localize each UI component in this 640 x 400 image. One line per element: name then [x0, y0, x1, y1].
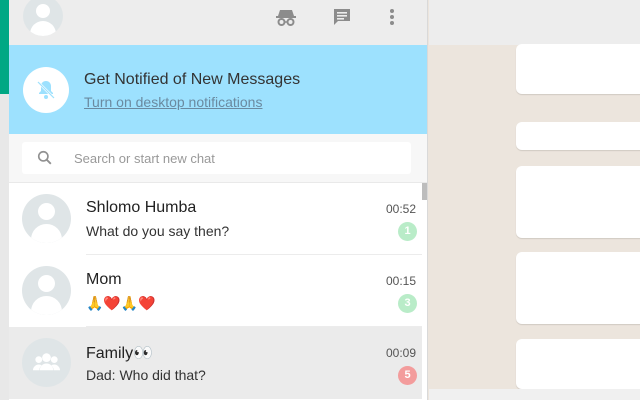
accent-band	[0, 0, 9, 94]
chat-item[interactable]: Mom 00:15 🙏❤️🙏❤️ 3	[9, 255, 422, 327]
search-bar	[9, 134, 427, 183]
profile-avatar[interactable]	[23, 0, 63, 36]
message-bubble	[516, 44, 640, 94]
new-chat-icon[interactable]	[330, 5, 354, 29]
scrollbar-thumb[interactable]	[422, 183, 427, 200]
chat-item[interactable]: Shlomo Humba 00:52 What do you say then?…	[9, 183, 422, 255]
chat-name: Shlomo Humba	[86, 199, 197, 216]
search-box	[22, 142, 411, 174]
contact-avatar	[22, 266, 71, 315]
notification-banner: Get Notified of New Messages Turn on des…	[9, 45, 427, 134]
search-input[interactable]	[74, 142, 404, 174]
message-bubble	[516, 339, 640, 389]
message-bubble	[516, 252, 640, 324]
message-bubble	[516, 166, 640, 238]
chat-last-message: Dad: Who did that?	[86, 367, 206, 383]
unread-badge: 1	[398, 222, 417, 241]
incognito-icon[interactable]	[274, 5, 298, 29]
background-strip	[0, 0, 9, 400]
chat-time: 00:15	[385, 274, 416, 288]
chat-time: 00:52	[385, 202, 416, 216]
sidebar-header	[9, 0, 427, 45]
compose-bar	[429, 389, 640, 400]
group-icon	[32, 353, 61, 371]
sidebar: Get Notified of New Messages Turn on des…	[9, 0, 428, 400]
conversation-pane	[429, 0, 640, 400]
unread-badge: 3	[398, 294, 417, 313]
chat-last-message: 🙏❤️🙏❤️	[86, 295, 156, 311]
chat-name: Family👀	[86, 345, 154, 362]
contact-avatar	[22, 194, 71, 243]
chat-list: Shlomo Humba 00:52 What do you say then?…	[9, 183, 427, 400]
chat-last-message: What do you say then?	[86, 223, 230, 239]
unread-badge: 5	[398, 366, 417, 385]
menu-icon[interactable]	[380, 5, 404, 29]
search-icon	[37, 150, 52, 165]
conversation-header	[429, 0, 640, 45]
notification-title: Get Notified of New Messages	[84, 71, 301, 88]
message-bubble	[516, 122, 640, 150]
enable-notifications-link[interactable]: Turn on desktop notifications	[84, 94, 262, 110]
chat-name: Mom	[86, 271, 122, 288]
chat-item[interactable]: Family👀 00:09 Dad: Who did that? 5	[9, 327, 422, 399]
bell-off-icon	[23, 67, 69, 113]
chat-time: 00:09	[385, 346, 416, 360]
group-avatar	[22, 338, 71, 387]
